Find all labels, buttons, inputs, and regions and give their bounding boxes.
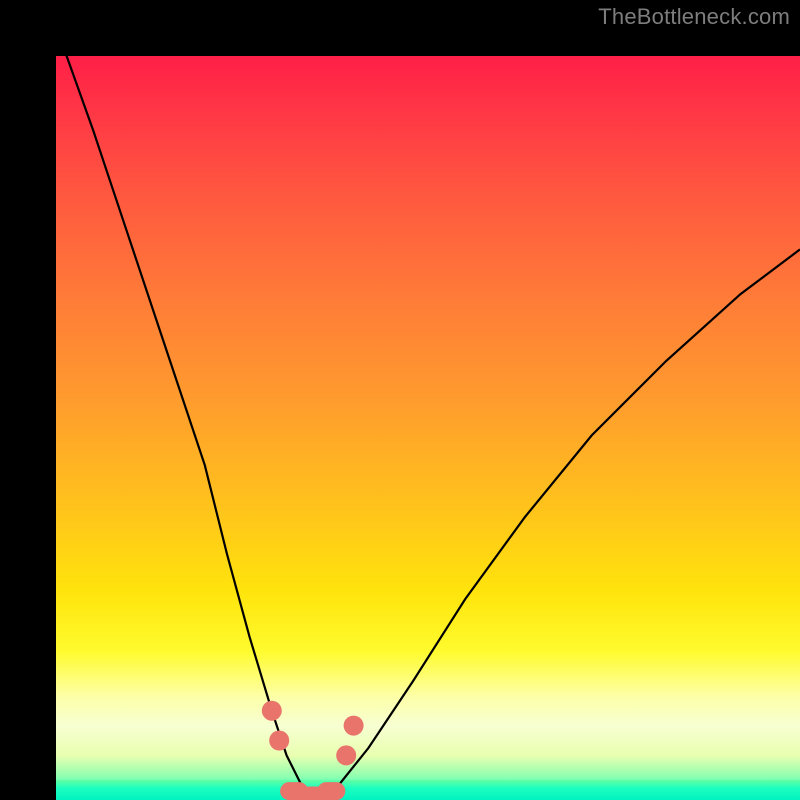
right-upper-dot [344, 716, 364, 736]
left-upper-dot [262, 701, 282, 721]
plot-area [56, 56, 800, 800]
bottleneck-curve [56, 56, 800, 796]
chart-frame [0, 0, 800, 800]
right-lower-dot [336, 745, 356, 765]
curve-layer [56, 56, 800, 800]
valley-seg-3 [317, 782, 345, 800]
left-lower-dot [269, 731, 289, 751]
watermark-text: TheBottleneck.com [598, 4, 790, 30]
